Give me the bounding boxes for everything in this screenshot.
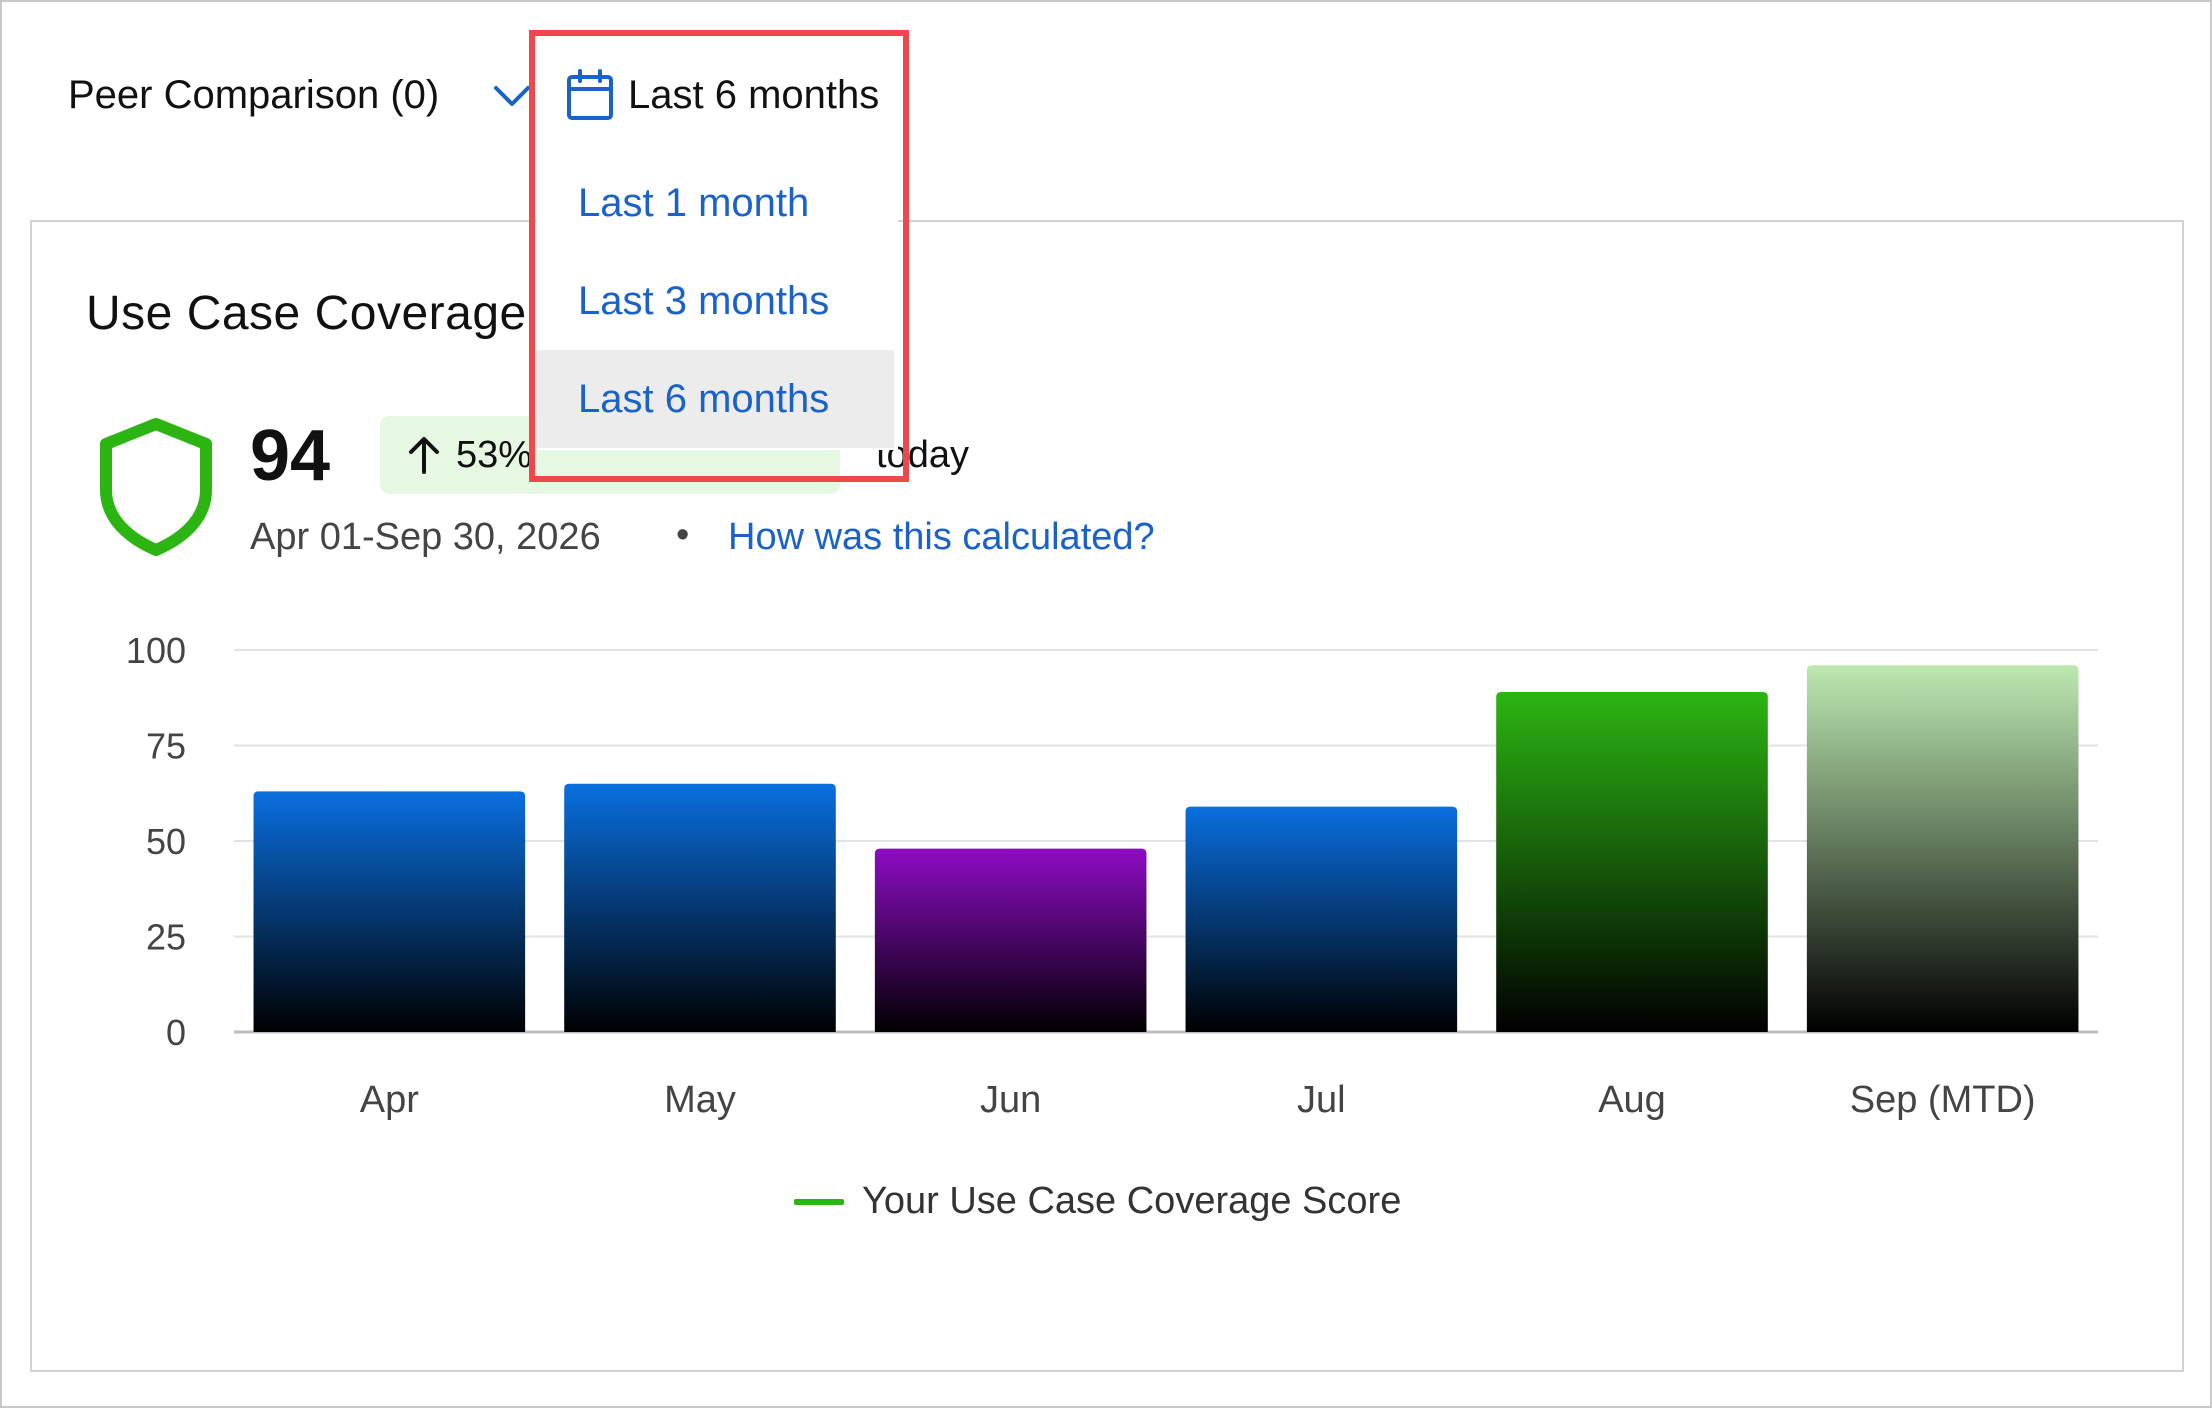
trend-percent: 53% <box>456 433 533 476</box>
separator-dot: • <box>676 514 690 556</box>
how-calculated-link[interactable]: How was this calculated? <box>728 516 1155 559</box>
chart-legend: Your Use Case Coverage Score <box>794 1180 1401 1223</box>
arrow-up-icon <box>409 437 439 474</box>
legend-swatch <box>794 1198 844 1205</box>
legend-label: Your Use Case Coverage Score <box>862 1180 1402 1222</box>
dropdown-highlight-box <box>529 30 909 482</box>
shield-icon <box>100 418 212 556</box>
chevron-down-icon[interactable] <box>492 76 532 116</box>
score-value: 94 <box>250 416 331 496</box>
peer-comparison-label[interactable]: Peer Comparison (0) <box>68 70 439 120</box>
card-title: Use Case Coverage <box>86 287 527 340</box>
date-range: Apr 01-Sep 30, 2026 <box>250 516 601 558</box>
